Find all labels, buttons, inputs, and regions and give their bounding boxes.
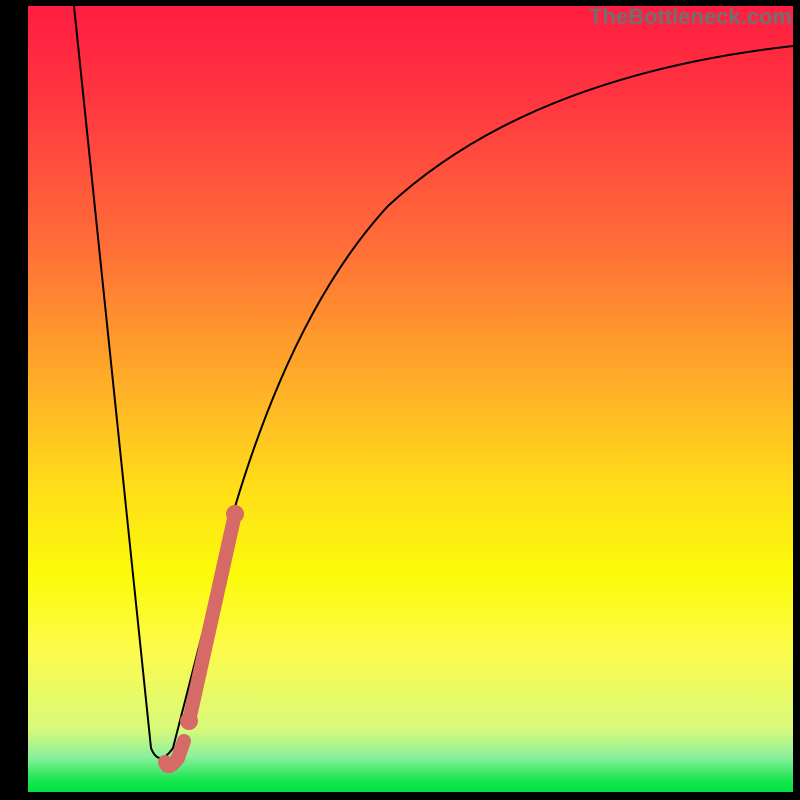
chart-root: TheBottleneck.com — [0, 0, 800, 800]
source-watermark: TheBottleneck.com — [589, 4, 792, 30]
highlight-segment-cap-lower — [180, 712, 198, 730]
chart-svg — [28, 6, 793, 792]
highlight-segment-cap-upper — [226, 505, 244, 523]
plot-area — [28, 6, 793, 792]
